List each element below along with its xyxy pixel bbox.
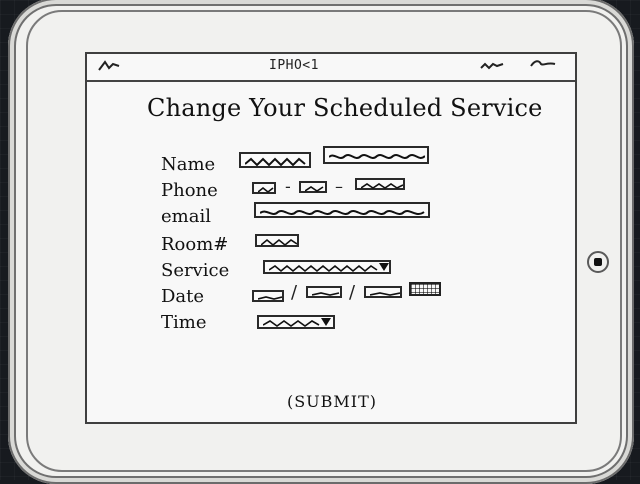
service-label: Service: [161, 260, 230, 281]
scribble-icon: [305, 186, 324, 192]
battery-scribble-icon: [530, 60, 556, 67]
status-bar: IPHO<1: [87, 54, 575, 82]
scribble-icon: [258, 296, 282, 300]
scribble-icon: [258, 186, 274, 194]
time-select[interactable]: [257, 315, 335, 329]
scribble-icon: [260, 210, 425, 215]
phone-area-field[interactable]: [252, 182, 276, 194]
page-title: Change Your Scheduled Service: [147, 94, 543, 122]
triangle-down-icon: [321, 318, 331, 326]
service-select[interactable]: [263, 260, 391, 274]
date-separator: /: [349, 282, 356, 303]
date-month-field[interactable]: [252, 290, 284, 302]
calendar-icon[interactable]: [409, 282, 441, 296]
date-label: Date: [161, 286, 205, 307]
email-label: email: [161, 206, 211, 227]
scribble-icon: [370, 292, 400, 296]
triangle-down-icon: [379, 263, 389, 271]
email-field[interactable]: [254, 202, 430, 218]
phone-label: Phone: [161, 180, 218, 201]
signal-scribble-icon: [98, 60, 120, 71]
scribble-icon: [312, 292, 340, 296]
phone-separator: -: [285, 177, 291, 196]
date-year-field[interactable]: [364, 286, 402, 298]
last-name-field[interactable]: [323, 146, 429, 164]
phone-separator: –: [335, 177, 343, 196]
submit-button[interactable]: (SUBMIT): [277, 392, 387, 416]
phone-prefix-field[interactable]: [299, 181, 327, 193]
first-name-field[interactable]: [239, 152, 311, 168]
date-day-field[interactable]: [306, 286, 342, 298]
scribble-icon: [361, 183, 403, 189]
room-number-field[interactable]: [255, 234, 299, 247]
status-title: IPHO<1: [269, 58, 319, 73]
scribble-icon: [245, 157, 306, 167]
home-button-icon[interactable]: [587, 251, 609, 273]
scribble-icon: [263, 320, 320, 327]
date-separator: /: [291, 282, 298, 303]
wifi-scribble-icon: [480, 62, 504, 70]
name-label: Name: [161, 154, 216, 175]
room-label: Room#: [161, 234, 229, 255]
app-screen: IPHO<1 Change Your Scheduled Service Nam…: [85, 52, 577, 424]
scribble-icon: [329, 154, 425, 159]
time-label: Time: [161, 312, 207, 333]
phone-line-field[interactable]: [355, 178, 405, 190]
scribble-icon: [269, 264, 378, 273]
scribble-icon: [261, 238, 297, 247]
